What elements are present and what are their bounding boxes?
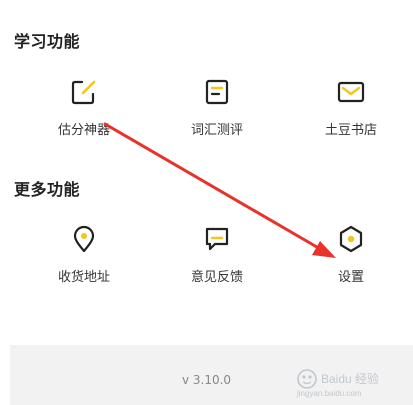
grid-item-settings[interactable]: 设置 <box>291 224 411 285</box>
feedback-label: 意见反馈 <box>190 270 243 285</box>
watermark-url: jingyan.baidu.com <box>296 389 362 398</box>
mail-icon <box>337 81 365 103</box>
grid-item-shipping-address[interactable]: 收货地址 <box>24 224 144 285</box>
location-pin-icon <box>73 225 95 253</box>
bookstore-label: 土豆书店 <box>324 123 377 138</box>
shipping-address-label: 收货地址 <box>57 270 110 285</box>
baidu-jingyan-watermark: Baidu 经验 jingyan.baidu.com <box>296 369 379 398</box>
watermark-brand: Baidu 经验 <box>321 371 379 386</box>
settings-hexagon-icon <box>339 225 363 253</box>
grid-item-feedback[interactable]: 意见反馈 <box>157 224 277 285</box>
edit-icon <box>71 80 96 105</box>
grid-item-bookstore[interactable]: 土豆书店 <box>291 77 411 138</box>
score-estimator-label: 估分神器 <box>57 123 110 138</box>
document-icon <box>205 79 229 105</box>
more-functions-page: 学习功能 估分神器 词汇测评 土豆书店 更多功能 收货地址 意见反馈 设置 v … <box>0 0 413 405</box>
settings-label: 设置 <box>337 270 364 285</box>
vocab-test-label: 词汇测评 <box>190 123 243 138</box>
more-section-title: 更多功能 <box>14 180 81 199</box>
grid-item-vocab-test[interactable]: 词汇测评 <box>157 77 277 138</box>
chat-icon <box>205 227 229 251</box>
grid-item-score-estimator[interactable]: 估分神器 <box>24 77 144 138</box>
study-section-title: 学习功能 <box>14 32 81 51</box>
